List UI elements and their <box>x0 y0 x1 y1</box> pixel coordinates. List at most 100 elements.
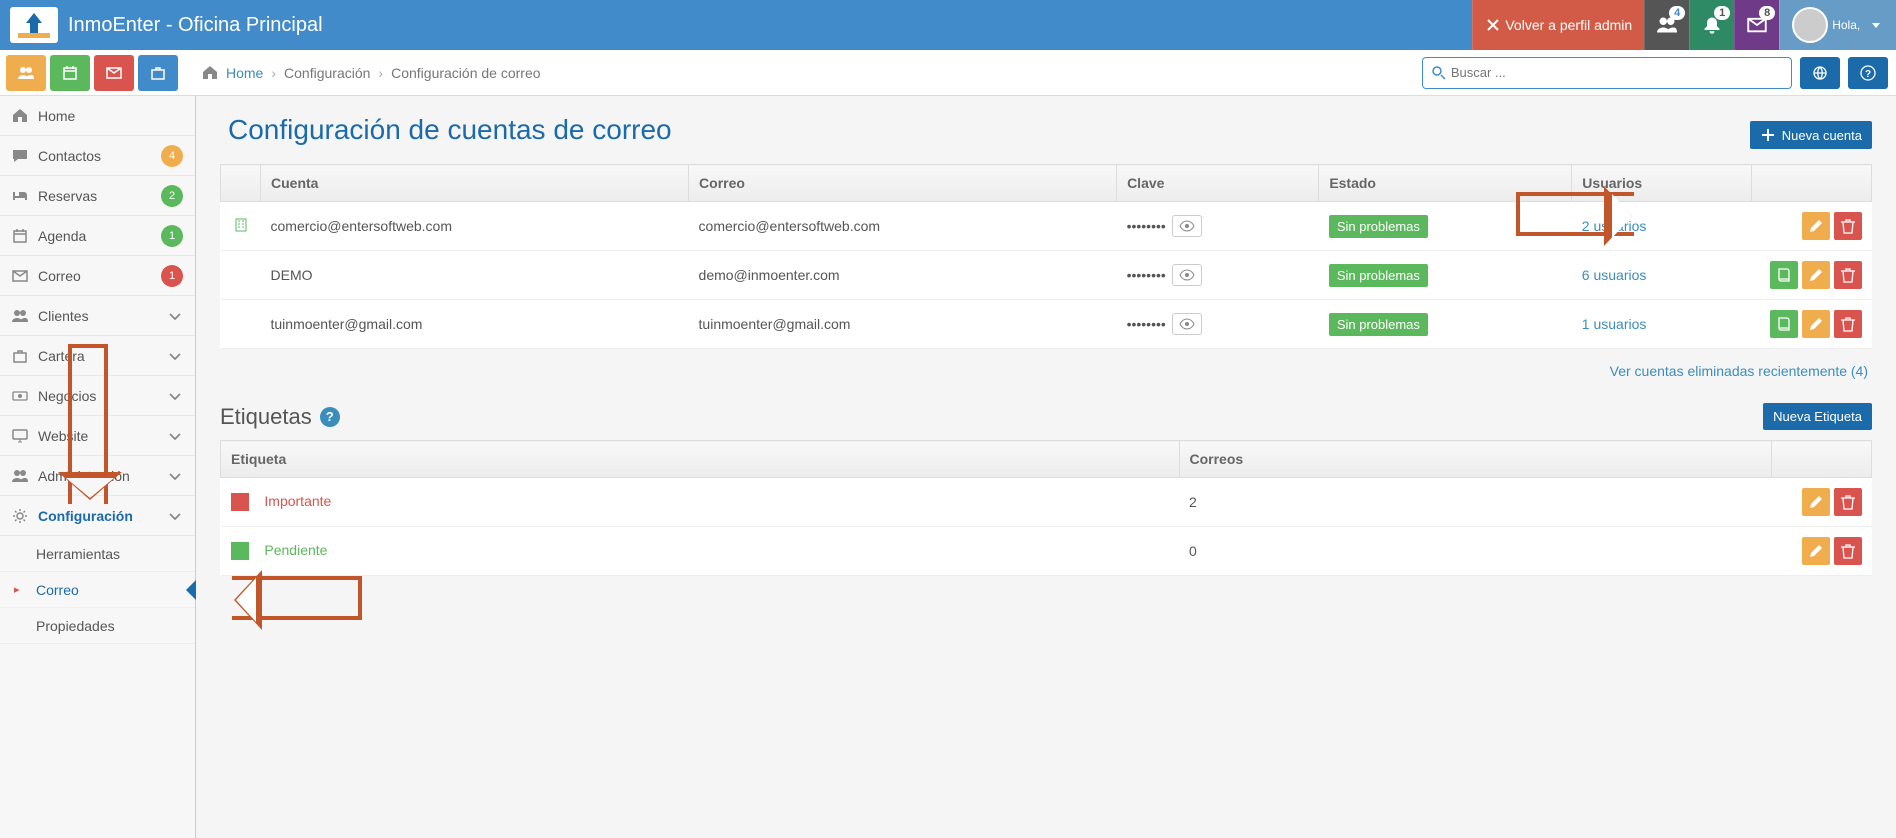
money-icon <box>12 388 28 404</box>
sidebar-item-agenda[interactable]: Agenda1 <box>0 216 195 256</box>
search-input[interactable] <box>1451 65 1783 80</box>
sidebar-subitem-label: Propiedades <box>36 618 115 634</box>
help-icon[interactable]: ? <box>320 407 340 427</box>
deleted-accounts-link[interactable]: Ver cuentas eliminadas recientemente (4) <box>1610 363 1868 379</box>
cell-clave: •••••••• <box>1127 316 1166 332</box>
labels-title-text: Etiquetas <box>220 404 312 430</box>
sidebar-badge: 1 <box>161 265 183 287</box>
close-icon <box>1485 17 1501 33</box>
eye-icon <box>1179 267 1195 283</box>
shortcut-briefcase-button[interactable] <box>138 55 178 91</box>
color-swatch <box>231 542 249 560</box>
breadcrumb-sep: › <box>378 65 383 81</box>
sidebar-subitem-herramientas[interactable]: Herramientas <box>0 536 195 572</box>
bed-icon <box>12 188 28 204</box>
shortcut-calendar-button[interactable] <box>50 55 90 91</box>
sidebar-subitem-propiedades[interactable]: Propiedades <box>0 608 195 644</box>
edit-button[interactable] <box>1802 537 1830 565</box>
plus-icon <box>1760 127 1776 143</box>
mail-icon <box>12 268 28 284</box>
eye-icon <box>1179 218 1195 234</box>
shortcut-users-button[interactable] <box>6 55 46 91</box>
trash-icon <box>1840 543 1856 559</box>
brand-title: InmoEnter - Oficina Principal <box>68 14 323 37</box>
delete-button[interactable] <box>1834 488 1862 516</box>
pencil-icon <box>1808 218 1824 234</box>
delete-button[interactable] <box>1834 537 1862 565</box>
new-label-button[interactable]: Nueva Etiqueta <box>1763 403 1872 430</box>
cell-clave: •••••••• <box>1127 267 1166 283</box>
new-account-button[interactable]: Nueva cuenta <box>1750 121 1872 149</box>
sidebar-item-home[interactable]: Home <box>0 96 195 136</box>
th-correo: Correo <box>689 165 1117 202</box>
users-link[interactable]: 6 usuarios <box>1582 267 1647 283</box>
topbar-users-button[interactable]: 4 <box>1644 0 1689 50</box>
book-icon <box>1776 316 1792 332</box>
reveal-password-button[interactable] <box>1172 215 1202 237</box>
calendar-icon <box>62 65 78 81</box>
table-row: Importante 2 <box>221 478 1872 527</box>
edit-button[interactable] <box>1802 310 1830 338</box>
search-box[interactable] <box>1422 57 1792 89</box>
sidebar-item-reservas[interactable]: Reservas2 <box>0 176 195 216</box>
search-icon <box>1431 65 1447 81</box>
help-button[interactable] <box>1848 57 1888 89</box>
bell-badge: 1 <box>1714 6 1730 20</box>
label-name[interactable]: Pendiente <box>264 542 327 558</box>
edit-button[interactable] <box>1802 212 1830 240</box>
book-button[interactable] <box>1770 310 1798 338</box>
table-row: tuinmoenter@gmail.com tuinmoenter@gmail.… <box>221 300 1872 349</box>
back-to-admin-label: Volver a perfil admin <box>1505 17 1632 33</box>
question-icon <box>1860 65 1876 81</box>
pencil-icon <box>1808 267 1824 283</box>
cell-cuenta: DEMO <box>261 251 689 300</box>
topbar-notifications-button[interactable]: 1 <box>1689 0 1734 50</box>
avatar <box>1792 7 1828 43</box>
edit-button[interactable] <box>1802 488 1830 516</box>
back-to-admin-button[interactable]: Volver a perfil admin <box>1472 0 1644 50</box>
sidebar-item-clientes[interactable]: Clientes <box>0 296 195 336</box>
topbar: InmoEnter - Oficina Principal Volver a p… <box>0 0 1896 50</box>
sidebar-item-label: Home <box>38 108 75 124</box>
chevron-down-icon <box>167 308 183 324</box>
chevron-down-icon <box>167 508 183 524</box>
reveal-password-button[interactable] <box>1172 313 1202 335</box>
cell-clave: •••••••• <box>1127 218 1166 234</box>
shortcut-mail-button[interactable] <box>94 55 134 91</box>
topbar-mail-button[interactable]: 8 <box>1734 0 1779 50</box>
breadcrumb-home[interactable]: Home <box>226 65 263 81</box>
globe-button[interactable] <box>1800 57 1840 89</box>
chevron-down-icon <box>167 428 183 444</box>
th-correos: Correos <box>1179 441 1772 478</box>
delete-button[interactable] <box>1834 261 1862 289</box>
sidebar-item-correo[interactable]: Correo1 <box>0 256 195 296</box>
book-button[interactable] <box>1770 261 1798 289</box>
chevron-down-icon <box>167 468 183 484</box>
cell-correo: demo@inmoenter.com <box>689 251 1117 300</box>
delete-button[interactable] <box>1834 212 1862 240</box>
users-icon <box>18 65 34 81</box>
sidebar-subitem-correo[interactable]: Correo <box>0 572 195 608</box>
user-menu[interactable]: Hola, <box>1779 0 1896 50</box>
annotation-arrow <box>232 576 362 620</box>
sidebar-subitem-label: Correo <box>36 582 79 598</box>
th-clave: Clave <box>1117 165 1319 202</box>
delete-button[interactable] <box>1834 310 1862 338</box>
labels-section-title: Etiquetas ? <box>220 404 340 430</box>
edit-button[interactable] <box>1802 261 1830 289</box>
label-name[interactable]: Importante <box>264 493 331 509</box>
brand-logo[interactable] <box>10 7 58 43</box>
annotation-arrow <box>1516 192 1634 236</box>
cell-cuenta: tuinmoenter@gmail.com <box>261 300 689 349</box>
th-etiqueta: Etiqueta <box>221 441 1180 478</box>
users-icon <box>12 468 28 484</box>
users-link[interactable]: 1 usuarios <box>1582 316 1647 332</box>
reveal-password-button[interactable] <box>1172 264 1202 286</box>
desktop-icon <box>12 428 28 444</box>
status-badge: Sin problemas <box>1329 215 1428 238</box>
cogs-icon <box>12 508 28 524</box>
sidebar-item-contactos[interactable]: Contactos4 <box>0 136 195 176</box>
sidebar-badge: 4 <box>161 145 183 167</box>
home-icon <box>12 108 28 124</box>
chevron-down-icon <box>167 348 183 364</box>
